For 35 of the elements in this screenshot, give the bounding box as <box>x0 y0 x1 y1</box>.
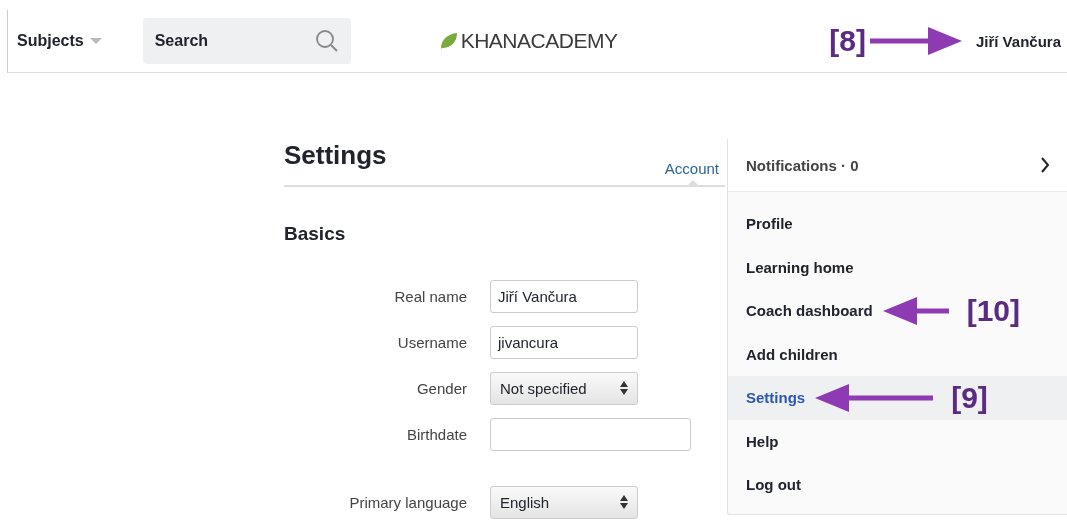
callout-arrow <box>882 295 949 326</box>
user-menu[interactable]: Jiří Vančura <box>975 32 1061 50</box>
text-field[interactable]: Jiří Vančura <box>490 279 638 313</box>
subjects-menu[interactable]: Subjects <box>8 32 102 50</box>
menu-item[interactable]: Coach dashboard [10] <box>728 289 1067 333</box>
logo-text[interactable]: KHANACADEMY <box>460 29 618 53</box>
text-field[interactable]: jivancura <box>490 325 638 359</box>
menu-item[interactable]: Log out <box>728 463 1067 507</box>
callout-label: [9] <box>951 380 988 415</box>
menu-item[interactable]: Help <box>728 419 1067 463</box>
account-tab[interactable]: Account <box>664 160 725 185</box>
field-label: Real name <box>393 287 467 305</box>
notifications-row[interactable]: Notifications · 0 <box>728 139 1067 192</box>
menu-item[interactable]: Add children <box>728 332 1067 376</box>
search-field[interactable]: Search <box>142 18 351 64</box>
callout-label: [10] <box>966 293 1021 328</box>
updown-icon <box>620 381 628 395</box>
page-title: Settings <box>284 140 387 171</box>
section-heading: Basics <box>284 223 347 245</box>
leaf-icon <box>439 32 458 50</box>
field-label: Primary language <box>348 493 467 511</box>
menu-item[interactable]: Profile <box>728 202 1067 246</box>
field-label: Username <box>396 333 467 351</box>
field-label: Birthdate <box>405 425 467 443</box>
menu-item[interactable]: Settings [9] <box>728 376 1067 420</box>
dropdown[interactable]: Not specified <box>490 371 638 405</box>
caret-icon <box>89 37 102 45</box>
dropdown[interactable]: English <box>490 485 638 519</box>
search-icon <box>314 29 339 53</box>
updown-icon <box>620 495 628 509</box>
field-label: Gender <box>415 379 467 397</box>
menu-item[interactable]: Learning home <box>728 245 1067 289</box>
date-field[interactable] <box>490 417 691 451</box>
callout-label: [8] <box>829 24 866 58</box>
chevron-right-icon <box>1040 157 1050 173</box>
